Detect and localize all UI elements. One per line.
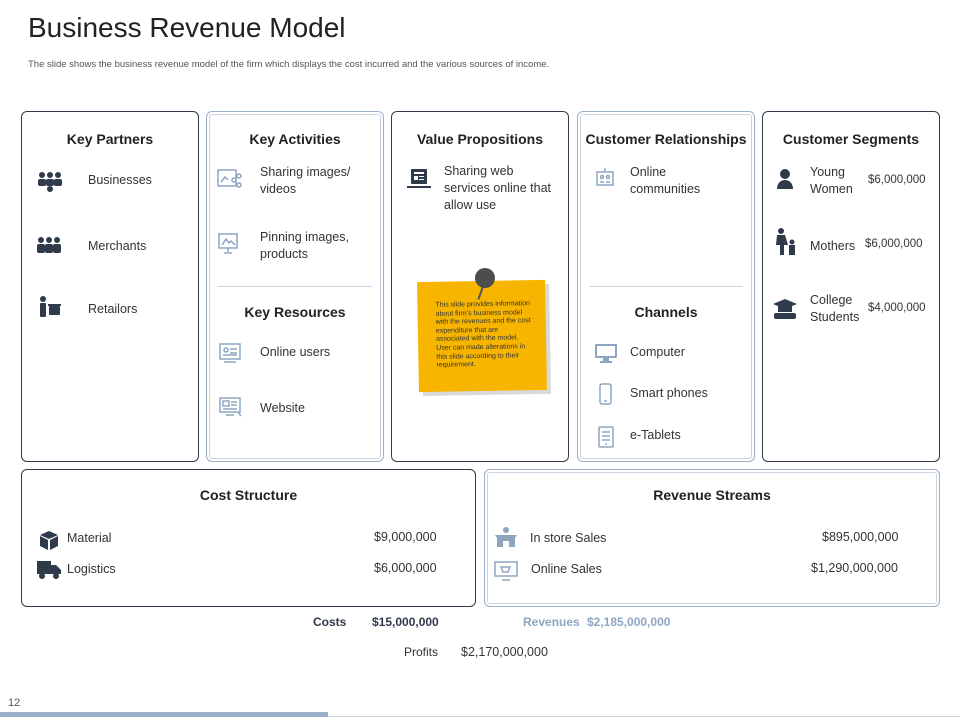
divider [589,286,743,287]
channel-item: Smart phones [630,386,708,400]
revenue-label: Online Sales [531,562,602,576]
channels-header: Channels [634,304,698,320]
customer-segments-header: Customer Segments [782,131,920,147]
communities-icon [596,168,614,186]
revenue-streams-header: Revenue Streams [653,487,771,503]
revenue-value: $1,290,000,000 [811,561,898,575]
key-partners-header: Key Partners [66,131,154,147]
costs-label: Costs [313,615,347,629]
partner-item: Retailors [88,302,138,316]
cost-label: Logistics [67,562,116,576]
revenue-value: $895,000,000 [822,530,899,544]
footer-progress-bar [0,712,328,717]
segment-label: Mothers [810,239,856,253]
sticky-note: This slide provides information about fi… [417,279,547,393]
merchants-icon [37,237,61,253]
activity-item: Pinning images, products [260,230,349,261]
key-activities-header: Key Activities [249,131,341,147]
profits-value: $2,170,000,000 [461,645,548,659]
profits-label: Profits [404,645,439,659]
woman-icon [777,169,793,189]
revenues-value: $2,185,000,000 [587,615,671,629]
revenue-label: In store Sales [530,531,607,545]
computer-icon [595,344,617,363]
resource-item: Website [260,401,305,415]
web-services-icon [407,169,431,188]
divider [218,286,372,287]
value-propositions-header: Value Propositions [416,131,544,147]
retailors-icon [40,296,61,317]
key-resources-header: Key Resources [244,304,346,320]
online-sales-icon [494,561,518,581]
resource-item: Online users [260,345,331,359]
segment-label: College Students [810,293,860,324]
share-image-icon [217,169,242,188]
channel-item: Computer [630,345,685,359]
cost-value: $6,000,000 [374,561,437,575]
segment-value: $6,000,000 [868,174,926,186]
activity-item: Sharing images/ videos [260,165,351,196]
mother-child-icon [776,228,795,255]
value-proposition-item: Sharing web services online that allow u… [444,164,552,212]
store-icon [495,527,517,547]
segment-label: Young Women [810,165,853,196]
partner-item: Merchants [88,239,147,253]
online-users-icon [219,343,241,363]
costs-value: $15,000,000 [372,615,439,629]
cost-label: Material [67,531,112,545]
smart-phone-icon [599,383,612,405]
cost-value: $9,000,000 [374,530,437,544]
page-number: 12 [8,697,21,709]
pushpin-icon [475,268,495,288]
revenues-label: Revenues [523,615,580,629]
slide-title: Business Revenue Model [28,12,346,43]
businesses-icon [38,172,62,192]
segment-value: $6,000,000 [865,238,923,250]
college-students-icon [773,299,797,319]
channel-item: e-Tablets [630,428,681,442]
sticky-note-text: This slide provides information about fi… [435,300,531,369]
segment-value: $4,000,000 [868,302,926,314]
material-box-icon [40,531,58,550]
relationship-item: Online communities [630,165,701,196]
key-partners-box: Key Partners [21,111,199,462]
tablet-icon [598,426,614,448]
pin-image-icon [218,233,238,254]
customer-relationships-header: Customer Relationships [585,131,747,147]
website-icon [219,397,242,417]
logistics-truck-icon [37,561,61,579]
cost-structure-header: Cost Structure [199,487,298,503]
partner-item: Businesses [88,173,152,187]
slide-subtitle: The slide shows the business revenue mod… [28,59,550,70]
